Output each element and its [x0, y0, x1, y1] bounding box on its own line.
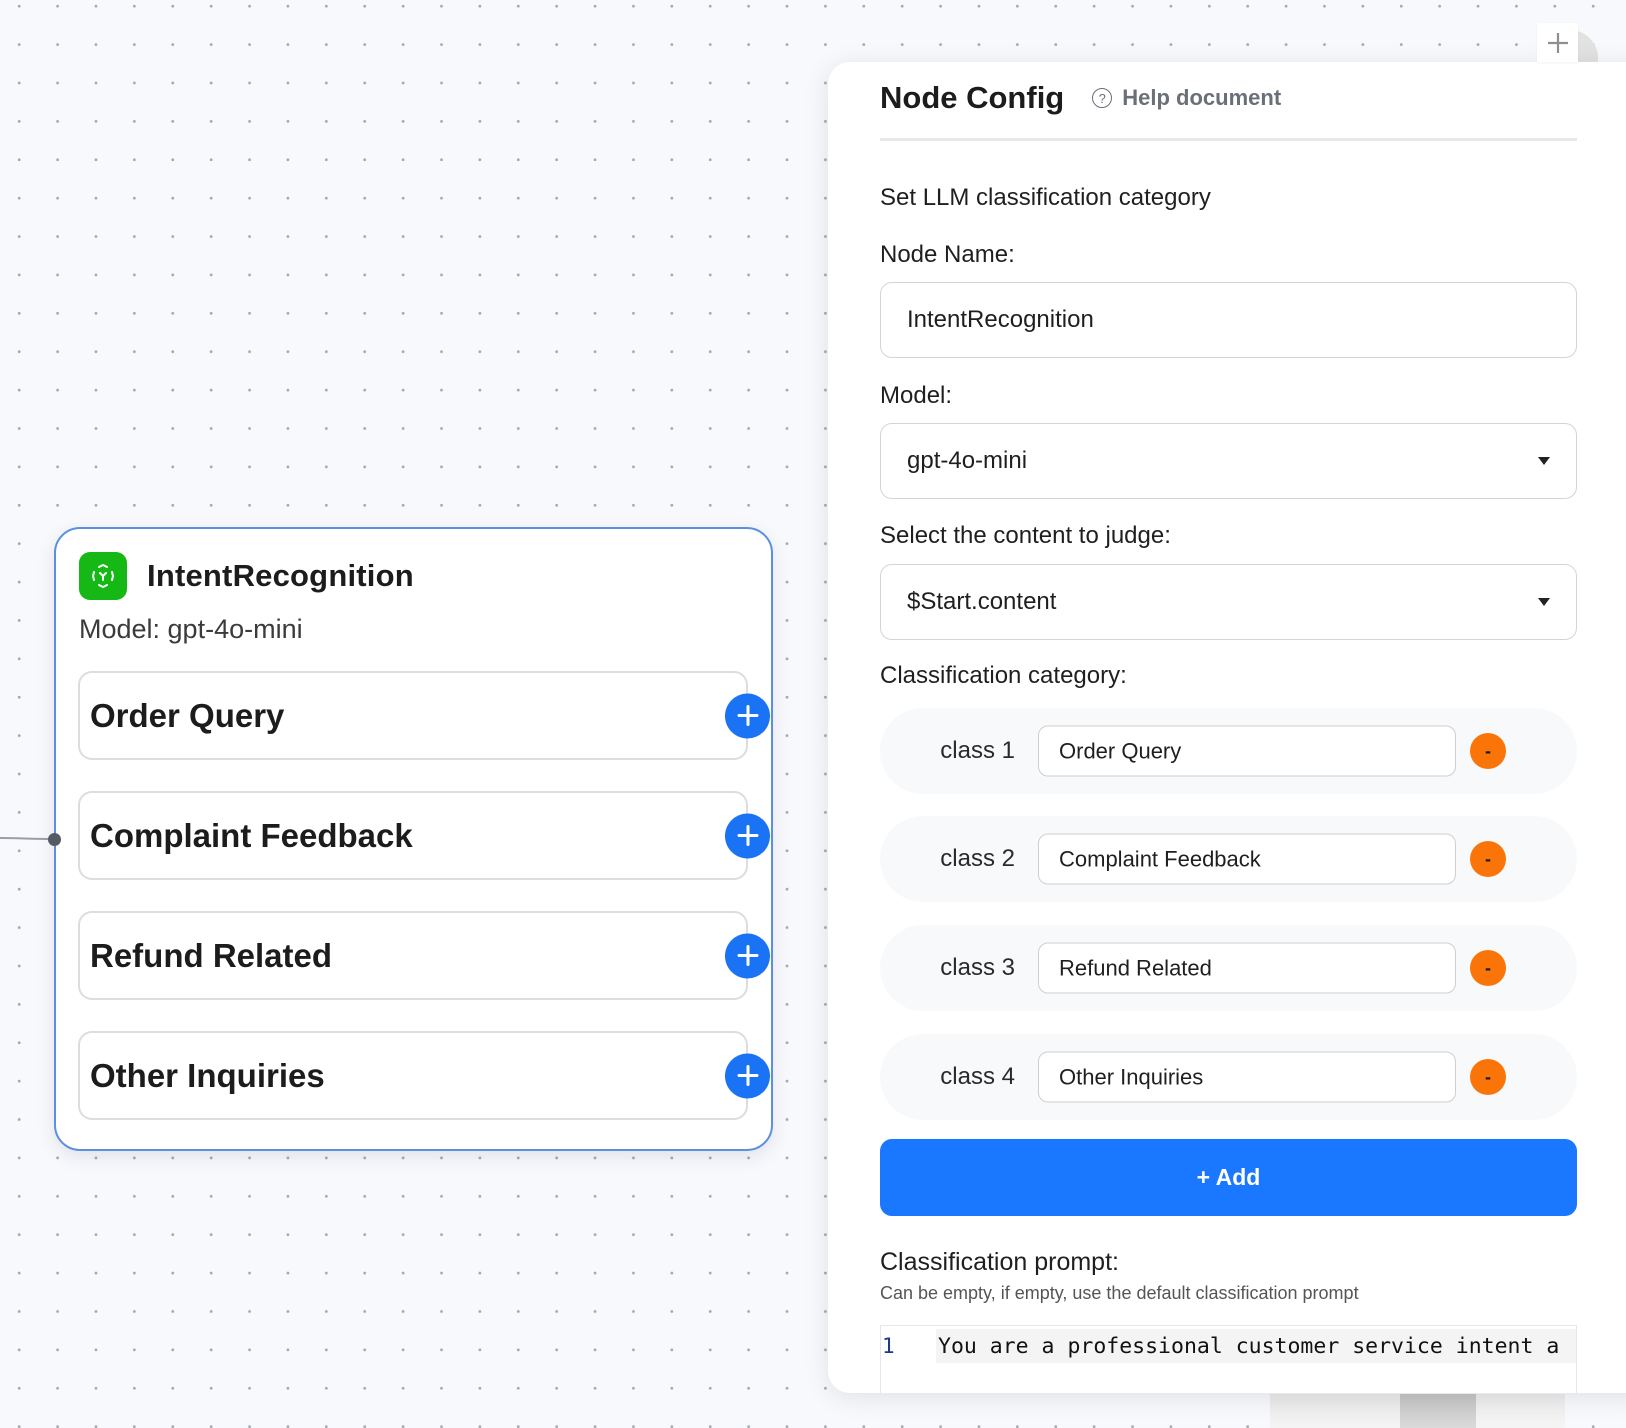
class-input[interactable]: Other Inquiries [1038, 1051, 1456, 1103]
add-class-button[interactable]: + Add [880, 1139, 1577, 1216]
plus-icon [737, 945, 758, 966]
add-branch-button[interactable] [725, 813, 770, 858]
plus-icon [737, 825, 758, 846]
node-header: IntentRecognition [79, 552, 414, 600]
node-model-label: Model: gpt-4o-mini [79, 614, 303, 644]
class-input-value: Other Inquiries [1059, 1064, 1204, 1089]
node-category-label: Refund Related [90, 936, 333, 974]
node-config-panel: Node Config ? Help document Set LLM clas… [828, 62, 1626, 1393]
help-document-label: Help document [1122, 85, 1282, 110]
classification-prompt-editor[interactable]: 1 You are a professional customer servic… [880, 1325, 1577, 1393]
remove-class-button[interactable]: - [1470, 841, 1506, 877]
plus-icon [737, 1065, 758, 1086]
class-label: class 2 [940, 845, 1015, 872]
input-handle[interactable] [48, 833, 61, 846]
class-input-value: Refund Related [1059, 955, 1212, 980]
question-circle-icon: ? [1092, 88, 1113, 108]
node-category-item[interactable]: Refund Related [78, 911, 770, 1000]
class-input-value: Order Query [1059, 738, 1182, 763]
content-label: Select the content to judge: [880, 522, 1171, 549]
chevron-down-icon [1538, 457, 1550, 465]
node-category-label: Order Query [90, 696, 285, 734]
content-select-value: $Start.content [907, 588, 1057, 615]
panel-header: Node Config ? Help document [880, 72, 1281, 124]
class-label: class 3 [940, 954, 1015, 981]
plus-icon [737, 705, 758, 726]
node-category-list: Order Query Complaint Feedback Refund Re… [78, 671, 770, 1151]
line-text[interactable]: You are a professional customer service … [936, 1329, 1576, 1363]
node-category-item[interactable]: Order Query [78, 671, 770, 760]
classification-category-label: Classification category: [880, 662, 1127, 689]
class-input[interactable]: Refund Related [1038, 942, 1456, 994]
classification-prompt-label: Classification prompt: [880, 1248, 1119, 1276]
header-divider [880, 138, 1577, 141]
editor-line: 1 You are a professional customer servic… [881, 1329, 1576, 1363]
node-name-label: Node Name: [880, 241, 1015, 268]
model-select-value: gpt-4o-mini [907, 447, 1028, 474]
class-input-value: Complaint Feedback [1059, 846, 1261, 871]
help-document-link[interactable]: ? Help document [1092, 85, 1281, 111]
bottom-toolbar-segment[interactable] [1476, 1394, 1565, 1428]
class-input[interactable]: Complaint Feedback [1038, 833, 1456, 885]
model-label: Model: [880, 382, 953, 409]
bottom-toolbar-segment[interactable] [1270, 1394, 1400, 1428]
class-row: class 4 Other Inquiries - [880, 1034, 1577, 1120]
node-category-item[interactable]: Other Inquiries [78, 1031, 770, 1120]
node-title: IntentRecognition [147, 558, 414, 593]
model-select[interactable]: gpt-4o-mini [880, 423, 1577, 499]
class-row: class 3 Refund Related - [880, 925, 1577, 1011]
line-number: 1 [882, 1334, 895, 1358]
remove-class-button[interactable]: - [1470, 1059, 1506, 1095]
section-description: Set LLM classification category [880, 184, 1211, 211]
class-label: class 1 [940, 737, 1015, 764]
chevron-down-icon [1538, 598, 1550, 606]
node-name-input[interactable]: IntentRecognition [880, 282, 1577, 358]
plus-icon [1547, 32, 1568, 53]
remove-class-button[interactable]: - [1470, 950, 1506, 986]
node-category-item[interactable]: Complaint Feedback [78, 791, 770, 880]
zoom-in-button[interactable] [1537, 23, 1578, 62]
node-category-label: Other Inquiries [90, 1056, 325, 1094]
intent-recognition-node[interactable]: IntentRecognition Model: gpt-4o-mini Ord… [54, 527, 773, 1151]
node-name-value: IntentRecognition [907, 306, 1094, 333]
add-branch-button[interactable] [725, 693, 770, 738]
classification-prompt-hint: Can be empty, if empty, use the default … [880, 1283, 1359, 1303]
class-row: class 1 Order Query - [880, 708, 1577, 794]
bottom-toolbar-segment[interactable] [1400, 1394, 1476, 1428]
class-input[interactable]: Order Query [1038, 725, 1456, 777]
remove-class-button[interactable]: - [1470, 733, 1506, 769]
add-branch-button[interactable] [725, 1053, 770, 1098]
add-branch-button[interactable] [725, 933, 770, 978]
node-category-label: Complaint Feedback [90, 816, 413, 854]
content-select[interactable]: $Start.content [880, 564, 1577, 640]
panel-title: Node Config [880, 80, 1065, 115]
intent-recognition-icon [79, 552, 127, 600]
class-label: class 4 [940, 1063, 1015, 1090]
class-row: class 2 Complaint Feedback - [880, 816, 1577, 902]
